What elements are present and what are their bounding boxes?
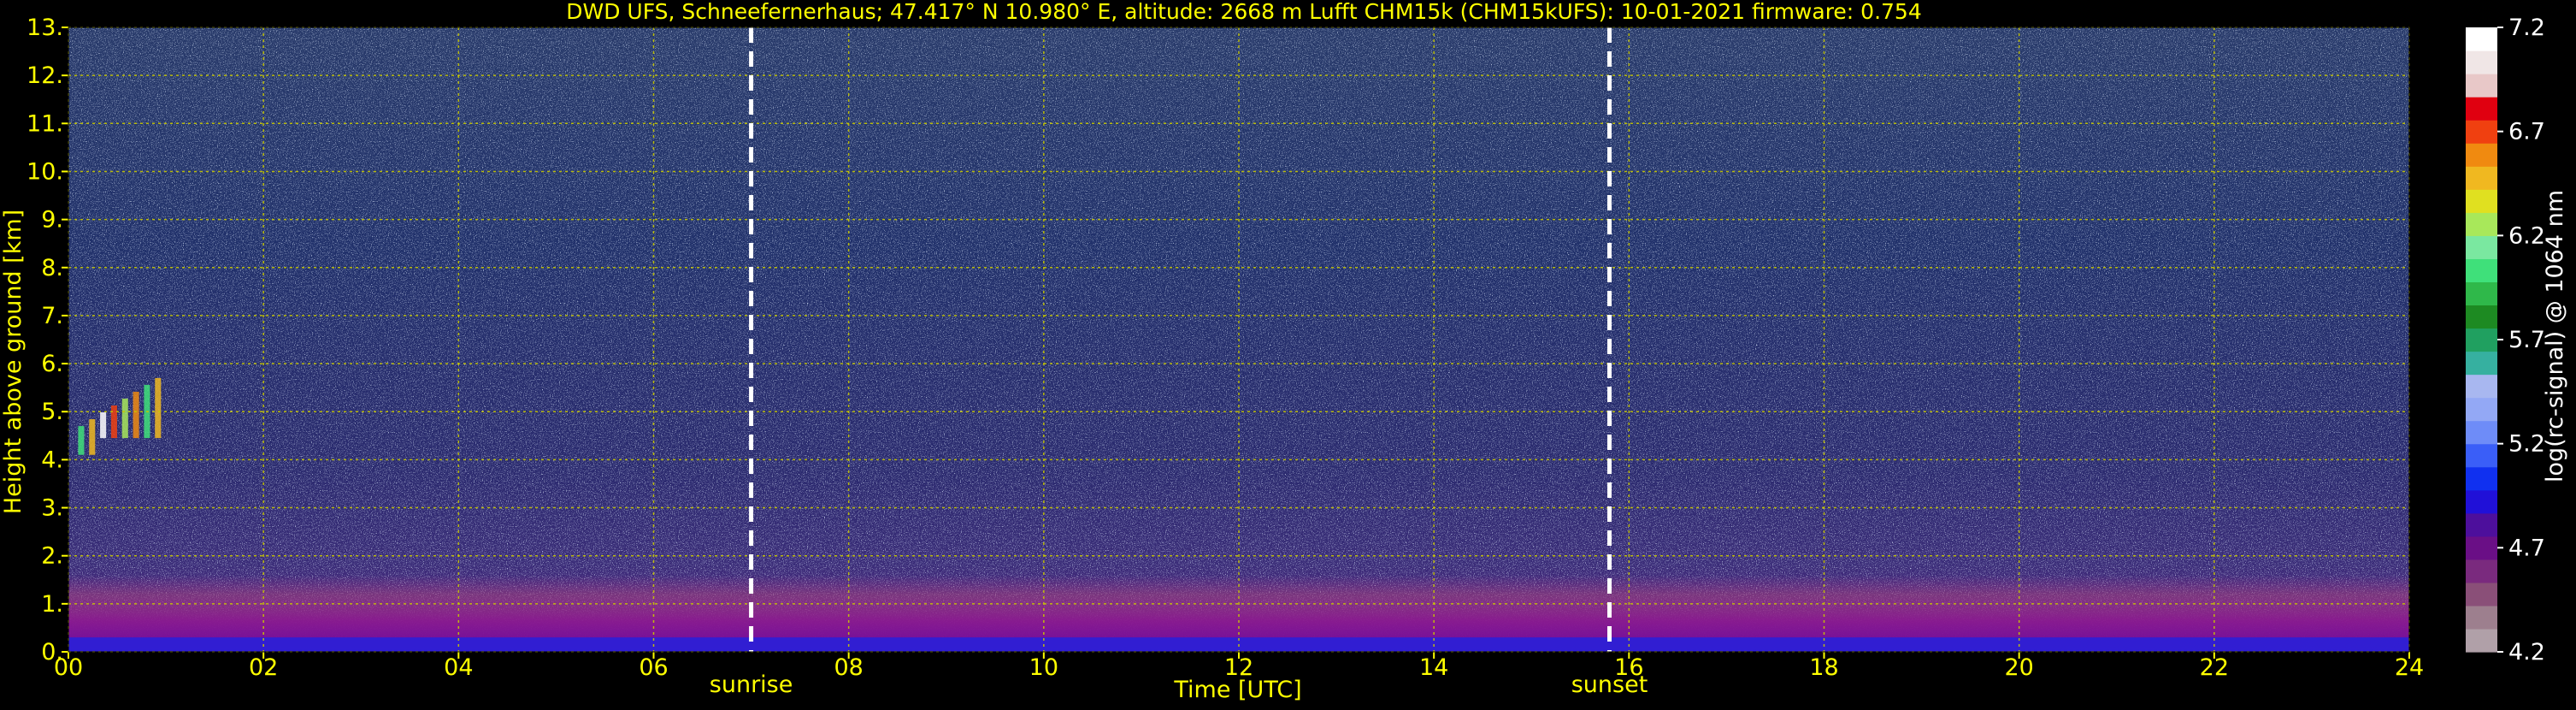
x-tick-label: 10	[1029, 654, 1058, 681]
y-tick-label: 0.	[41, 639, 63, 666]
y-tick-label: 10.	[27, 158, 63, 185]
cloud-cell	[110, 405, 117, 439]
y-tick-label: 2.	[41, 543, 63, 570]
colorbar-segment	[2466, 351, 2497, 376]
x-tick-label: 08	[834, 654, 863, 681]
y-tick-label: 13.	[27, 15, 63, 41]
y-tick-label: 1.	[41, 591, 63, 618]
colorbar-segment	[2466, 166, 2497, 190]
chart-svg: sunrise sunset 00 02 04 06 08 10 12 14 16 18 20 22 24…	[0, 0, 2568, 703]
cloud-cell	[155, 377, 162, 439]
x-tick-label: 18	[1809, 654, 1838, 681]
cloud-cell	[100, 412, 107, 439]
colorbar-segment	[2466, 420, 2497, 445]
colorbar-segment	[2466, 74, 2497, 98]
colorbar-segment	[2466, 328, 2497, 352]
y-tick-label: 8.	[41, 255, 63, 281]
x-axis-label: Time [UTC]	[1173, 677, 1301, 703]
colorbar-segment	[2466, 443, 2497, 468]
x-tick-label: 02	[249, 654, 278, 681]
colorbar-segment	[2466, 120, 2497, 144]
cloud-cell	[133, 391, 139, 439]
x-tick-label: 22	[2200, 654, 2229, 681]
colorbar-segment	[2466, 143, 2497, 167]
colorbar-segment	[2466, 235, 2497, 259]
y-tick-label: 5.	[41, 399, 63, 425]
x-tick-label: 24	[2395, 654, 2424, 681]
colorbar-segment	[2466, 189, 2497, 213]
ceilometer-figure: sunrise sunset 00 02 04 06 08 10 12 14 16 18 20 22 24…	[0, 0, 2576, 707]
colorbar-segment	[2466, 397, 2497, 422]
colorbar-tick-label: 6.2	[2508, 222, 2545, 249]
colorbar-segment	[2466, 97, 2497, 121]
colorbar-segment	[2466, 466, 2497, 491]
y-tick-label: 12.	[27, 62, 63, 89]
x-tick-label: 16	[1614, 654, 1643, 681]
colorbar-tick-label: 5.7	[2508, 327, 2545, 353]
x-tick-label: 06	[639, 654, 668, 681]
y-axis-label: Height above ground [km]	[0, 210, 27, 514]
colorbar-tick-label: 5.2	[2508, 431, 2545, 458]
cloud-cell	[89, 419, 96, 455]
sunrise-label: sunrise	[710, 672, 793, 698]
colorbar: 4.2 4.7 5.2 5.7 6.2 6.7 7.2	[2466, 15, 2545, 666]
colorbar-tick-label: 6.7	[2508, 119, 2545, 145]
colorbar-tick-label: 4.7	[2508, 535, 2545, 561]
colorbar-segment	[2466, 559, 2497, 583]
y-tick-label: 9.	[41, 207, 63, 234]
colorbar-segment	[2466, 27, 2497, 51]
colorbar-segment	[2466, 212, 2497, 236]
colorbar-segment	[2466, 605, 2497, 630]
y-tick-label: 3.	[41, 495, 63, 522]
y-tick-label: 6.	[41, 351, 63, 377]
y-tick-label: 11.	[27, 110, 63, 137]
colorbar-segment	[2466, 512, 2497, 537]
colorbar-segment	[2466, 258, 2497, 283]
chart-title: DWD UFS, Schneefernerhaus; 47.417° N 10.…	[566, 0, 1922, 24]
colorbar-segment	[2466, 535, 2497, 560]
plot-area: sunrise sunset	[68, 27, 2410, 698]
x-tick-label: 04	[444, 654, 473, 681]
colorbar-segment	[2466, 489, 2497, 514]
y-tick-label: 7.	[41, 303, 63, 329]
colorbar-segment	[2466, 281, 2497, 306]
colorbar-segment	[2466, 305, 2497, 329]
cloud-cell	[121, 398, 128, 439]
colorbar-tick-label: 7.2	[2508, 15, 2545, 41]
x-tick-label: 20	[2004, 654, 2033, 681]
x-tick-label: 14	[1419, 654, 1448, 681]
colorbar-tick-label: 4.2	[2508, 639, 2545, 666]
cloud-cell	[78, 426, 85, 455]
colorbar-segment	[2466, 628, 2497, 653]
colorbar-label: log(rc-signal) @ 1064 nm	[2542, 190, 2568, 482]
colorbar-segment	[2466, 374, 2497, 399]
y-tick-label: 4.	[41, 447, 63, 473]
colorbar-segment	[2466, 582, 2497, 606]
colorbar-segment	[2466, 50, 2497, 74]
